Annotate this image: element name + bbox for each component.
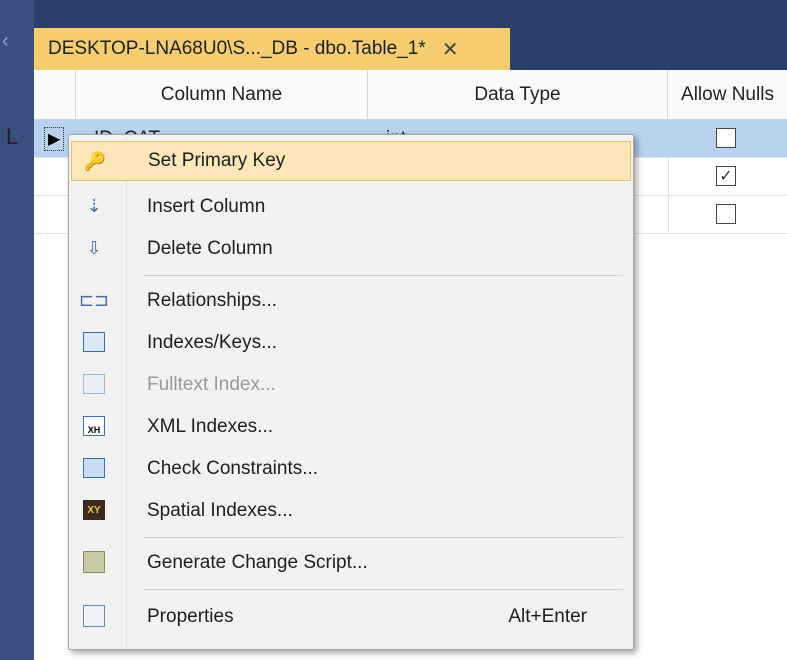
menu-item-relationships[interactable]: ⊏⊐ Relationships... [71, 281, 631, 321]
menu-item-set-primary-key[interactable]: 🔑 Set Primary Key [71, 141, 631, 181]
allow-nulls-checkbox[interactable] [716, 128, 736, 148]
menu-item-label: Insert Column [147, 196, 266, 217]
menu-item-label: Spatial Indexes... [147, 500, 293, 521]
document-tab[interactable]: DESKTOP-LNA68U0\S..._DB - dbo.Table_1* ✕ [34, 28, 510, 70]
menu-separator [143, 537, 623, 538]
menu-item-label: Properties [147, 606, 234, 627]
context-menu: 🔑 Set Primary Key ⇣ Insert Column ⇩ Dele… [68, 134, 634, 650]
properties-icon [81, 603, 107, 629]
menu-item-xml-indexes[interactable]: XH XML Indexes... [71, 407, 631, 447]
menu-item-spatial-indexes[interactable]: XY Spatial Indexes... [71, 491, 631, 531]
close-icon[interactable]: ✕ [442, 37, 459, 62]
menu-item-indexes-keys[interactable]: Indexes/Keys... [71, 323, 631, 363]
grid-header: Column Name Data Type Allow Nulls [34, 70, 787, 120]
menu-item-delete-column[interactable]: ⇩ Delete Column [71, 229, 631, 269]
grid-line [668, 158, 669, 196]
current-row-arrow-icon: ▶ [48, 131, 61, 148]
menu-item-check-constraints[interactable]: Check Constraints... [71, 449, 631, 489]
menu-item-insert-column[interactable]: ⇣ Insert Column [71, 187, 631, 227]
allow-nulls-checkbox[interactable] [716, 204, 736, 224]
menu-item-label: Fulltext Index... [147, 374, 276, 395]
allow-nulls-checkbox[interactable]: ✓ [716, 166, 736, 186]
insert-column-icon: ⇣ [86, 195, 102, 216]
header-data-type[interactable]: Data Type [368, 70, 668, 120]
header-allow-nulls[interactable]: Allow Nulls [668, 70, 787, 120]
scroll-left-icon[interactable]: ‹ [2, 30, 9, 53]
menu-item-label: Generate Change Script... [147, 552, 368, 573]
ide-top-strip [0, 0, 787, 28]
menu-separator [143, 589, 623, 590]
check-constraints-icon [81, 455, 107, 481]
menu-item-fulltext-index: Fulltext Index... [71, 365, 631, 405]
menu-item-label: Set Primary Key [148, 150, 286, 171]
menu-item-label: Indexes/Keys... [147, 332, 277, 353]
xml-indexes-icon: XH [81, 413, 107, 439]
tab-strip-background [510, 28, 787, 70]
row-selector-header [34, 70, 76, 120]
menu-item-label: Relationships... [147, 290, 277, 311]
relationships-icon: ⊏⊐ [78, 289, 110, 310]
generate-script-icon [81, 549, 107, 575]
header-column-name[interactable]: Column Name [76, 70, 368, 120]
tab-title: DESKTOP-LNA68U0\S..._DB - dbo.Table_1* [48, 38, 426, 59]
shortcut-label: Alt+Enter [508, 606, 587, 627]
row-selector[interactable]: ▶ [44, 127, 64, 151]
menu-item-label: Check Constraints... [147, 458, 319, 479]
menu-item-properties[interactable]: Properties Alt+Enter [71, 597, 631, 637]
menu-item-generate-change-script[interactable]: Generate Change Script... [71, 543, 631, 583]
delete-column-icon: ⇩ [86, 237, 102, 258]
menu-separator [143, 275, 623, 276]
menu-item-label: Delete Column [147, 238, 273, 259]
gutter-letter: L [6, 124, 19, 149]
spatial-indexes-icon: XY [81, 497, 107, 523]
key-icon: 🔑 [83, 150, 107, 171]
grid-line [668, 196, 669, 234]
menu-item-label: XML Indexes... [147, 416, 274, 437]
indexes-keys-icon [81, 329, 107, 355]
ide-left-gutter: ‹ L [0, 0, 34, 660]
fulltext-index-icon [81, 371, 107, 397]
